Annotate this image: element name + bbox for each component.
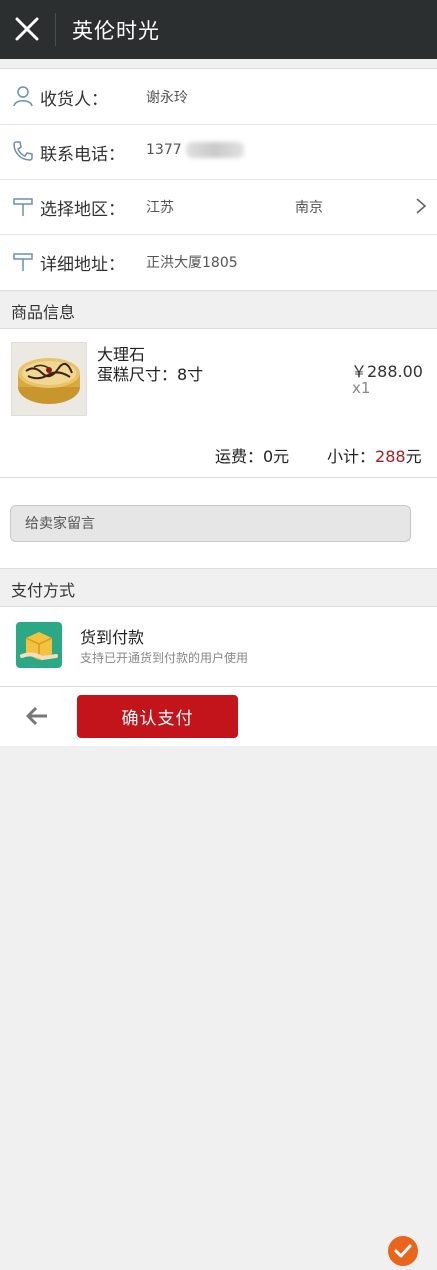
cash-on-delivery-icon	[16, 622, 62, 668]
user-icon	[13, 86, 33, 107]
city-value: 南京	[295, 200, 323, 216]
back-arrow-icon[interactable]	[26, 706, 48, 726]
region-row[interactable]: 选择地区： 江苏 南京	[0, 179, 437, 235]
detail-label: 详细地址：	[40, 255, 125, 275]
top-bar: 英伦时光	[0, 0, 437, 59]
region-label: 选择地区：	[40, 200, 125, 220]
shipping-fee: 运费：0元	[215, 447, 290, 466]
detail-value: 正洪大厦1805	[146, 255, 238, 271]
payment-title: 货到付款	[80, 628, 145, 647]
chevron-right-icon	[416, 198, 427, 214]
close-icon[interactable]	[14, 16, 40, 42]
product-image	[11, 342, 87, 416]
recipient-value: 谢永玲	[146, 90, 188, 106]
seller-message-input[interactable]	[10, 505, 411, 542]
confirm-pay-button[interactable]: 确认支付	[77, 695, 238, 738]
payment-section-header: 支付方式	[0, 568, 437, 607]
recipient-row[interactable]: 收货人： 谢永玲	[0, 69, 437, 125]
payment-description: 支持已开通货到付款的用户使用	[80, 651, 249, 665]
product-qty: x1	[352, 379, 371, 397]
signpost-icon	[13, 198, 33, 216]
payment-option-cod[interactable]: 货到付款 支持已开通货到付款的用户使用	[0, 606, 437, 1266]
goods-section-title: 商品信息	[11, 303, 76, 322]
bottom-bar: 确认支付	[0, 686, 437, 746]
selected-check-icon[interactable]	[388, 1236, 418, 1266]
product-item[interactable]: 大理石 蛋糕尺寸：8寸 ￥288.00 x1	[0, 328, 437, 428]
product-size: 蛋糕尺寸：8寸	[97, 365, 204, 384]
payment-section-title: 支付方式	[11, 581, 76, 600]
province-value: 江苏	[146, 200, 174, 216]
phone-value: 1377	[146, 142, 182, 158]
subtotal-value: 288	[375, 447, 406, 466]
address-card: 收货人： 谢永玲 联系电话： 1377 选择地区： 江苏 南京 详细地址： 正洪…	[0, 68, 437, 292]
subtotal: 小计：288元	[327, 443, 422, 467]
phone-redacted	[186, 142, 244, 158]
signpost-icon	[13, 253, 33, 271]
subtotal-label: 小计：	[327, 447, 376, 466]
phone-label: 联系电话：	[40, 145, 125, 165]
totals-row: 运费：0元 小计：288元	[0, 427, 437, 478]
subtotal-unit: 元	[405, 447, 422, 466]
phone-icon	[13, 141, 33, 161]
page-title: 英伦时光	[72, 19, 160, 43]
recipient-label: 收货人：	[40, 90, 108, 110]
goods-section-header: 商品信息	[0, 290, 437, 329]
message-section	[0, 478, 437, 568]
phone-row[interactable]: 联系电话： 1377	[0, 124, 437, 180]
header-divider	[55, 13, 56, 46]
detail-row[interactable]: 详细地址： 正洪大厦1805	[0, 234, 437, 289]
